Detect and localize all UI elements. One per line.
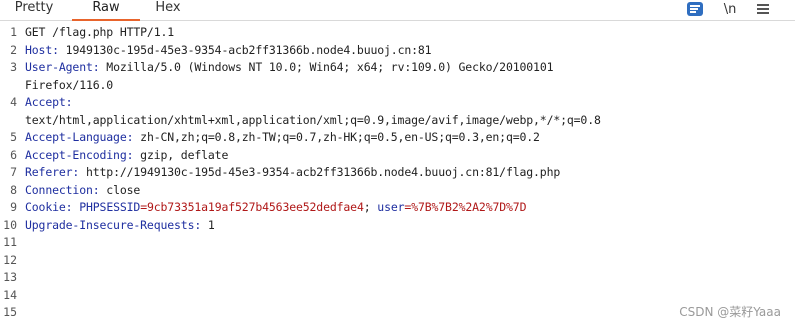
tab-pretty[interactable]: Pretty bbox=[0, 0, 68, 19]
header-value: close bbox=[99, 182, 141, 197]
line-number: 1 bbox=[10, 25, 17, 39]
header-name: Host bbox=[25, 42, 53, 57]
tab-raw[interactable]: Raw bbox=[72, 0, 140, 21]
hamburger-menu-icon[interactable] bbox=[752, 0, 774, 18]
line-number: 10 bbox=[3, 217, 17, 232]
header-name: Upgrade-Insecure-Requests bbox=[25, 217, 195, 232]
header-colon: : bbox=[52, 42, 59, 57]
line-number: 12 bbox=[3, 252, 17, 267]
header-value: gzip, deflate bbox=[133, 147, 229, 162]
line-number: 13 bbox=[3, 270, 17, 284]
header-colon: : bbox=[65, 95, 73, 109]
header-user-agent: User-Agent: Mozilla/5.0 (Windows NT 10.0… bbox=[25, 59, 554, 77]
tab-hex[interactable]: Hex bbox=[138, 0, 198, 19]
line-number: 11 bbox=[3, 235, 17, 249]
line-number: 15 bbox=[3, 305, 17, 319]
request-line: GET /flag.php HTTP/1.1 bbox=[25, 25, 175, 39]
header-value: 1949130c-195d-45e3-9354-acb2ff31366b.nod… bbox=[58, 42, 432, 57]
header-value: 1 bbox=[201, 217, 215, 232]
header-name: User-Agent bbox=[25, 60, 93, 74]
header-name: Accept-Language bbox=[25, 130, 127, 144]
watermark: CSDN @菜籽Yaaa bbox=[679, 305, 781, 319]
header-name: Accept bbox=[25, 95, 66, 109]
cookie-name: PHPSESSID bbox=[79, 200, 141, 214]
cookie-equals: = bbox=[140, 200, 147, 214]
line-number: 2 bbox=[10, 42, 17, 57]
header-accept-language: Accept-Language: zh-CN,zh;q=0.8,zh-TW;q=… bbox=[25, 129, 540, 147]
line-number: 4 bbox=[10, 95, 17, 109]
header-colon: : bbox=[92, 182, 100, 197]
header-colon: : bbox=[65, 200, 73, 214]
header-name: Accept-Encoding bbox=[25, 147, 127, 162]
header-connection: Connection: close bbox=[25, 182, 140, 200]
tab-bar: Pretty Raw Hex \n bbox=[0, 0, 795, 21]
line-number: 7 bbox=[10, 165, 17, 179]
header-host: Host: 1949130c-195d-45e3-9354-acb2ff3136… bbox=[25, 42, 432, 60]
header-referer: Referer: http://1949130c-195d-45e3-9354-… bbox=[25, 164, 560, 182]
line-number: 6 bbox=[10, 147, 17, 162]
header-upgrade-insecure-requests: Upgrade-Insecure-Requests: 1 bbox=[25, 217, 215, 235]
cookie-separator: ; bbox=[363, 200, 378, 214]
line-number: 3 bbox=[10, 60, 17, 74]
newline-icon[interactable]: \n bbox=[718, 0, 742, 18]
line-number: 14 bbox=[3, 287, 17, 302]
line-number: 9 bbox=[10, 200, 17, 214]
header-colon: : bbox=[92, 60, 100, 74]
line-number: 5 bbox=[10, 130, 17, 144]
list-view-icon[interactable] bbox=[684, 0, 706, 18]
cookie-value: 9cb73351a19af527b4563ee52dedfae4 bbox=[146, 200, 364, 214]
line-number: 8 bbox=[10, 182, 17, 197]
request-editor[interactable]: 1 2 3 4 5 6 7 8 9 10 11 12 13 14 15 GET … bbox=[0, 21, 795, 323]
header-value: zh-CN,zh;q=0.8,zh-TW;q=0.7,zh-HK;q=0.5,e… bbox=[133, 130, 540, 144]
cookie-name: user bbox=[377, 200, 405, 214]
cookie-value: %7B%7B2%2A2%7D%7D bbox=[411, 200, 527, 214]
header-name: Cookie bbox=[25, 200, 66, 214]
header-name: Referer bbox=[25, 165, 73, 179]
header-user-agent-wrap: Firefox/116.0 bbox=[25, 77, 114, 92]
header-value: http://1949130c-195d-45e3-9354-acb2ff313… bbox=[79, 165, 561, 179]
header-value: Mozilla/5.0 (Windows NT 10.0; Win64; x64… bbox=[99, 60, 554, 74]
header-name: Connection bbox=[25, 182, 93, 197]
line-number-gutter: 1 2 3 4 5 6 7 8 9 10 11 12 13 14 15 bbox=[0, 21, 18, 323]
header-accept-encoding: Accept-Encoding: gzip, deflate bbox=[25, 147, 228, 165]
header-accept: Accept: bbox=[25, 94, 73, 112]
header-accept-wrap: text/html,application/xhtml+xml,applicat… bbox=[25, 112, 601, 127]
header-cookie: Cookie: PHPSESSID=9cb73351a19af527b4563e… bbox=[25, 199, 526, 217]
